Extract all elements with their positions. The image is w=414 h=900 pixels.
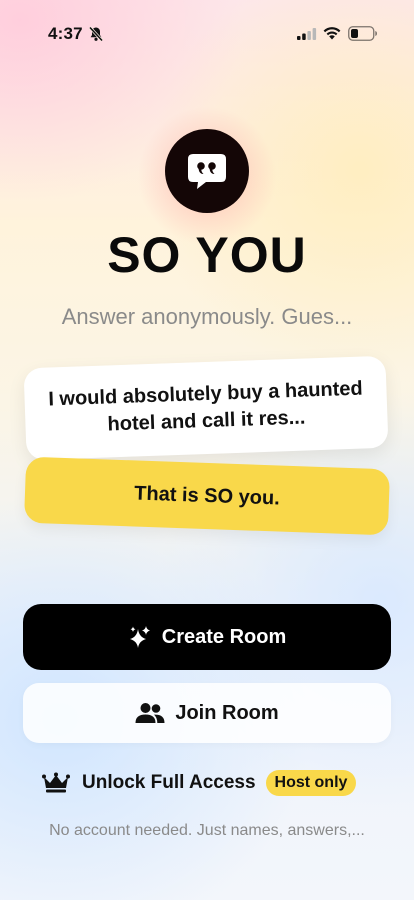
status-bar: 4:37 xyxy=(0,0,414,54)
app-subtitle: Answer anonymously. Gues... xyxy=(61,304,353,329)
answer-preview-text: I would absolutely buy a haunted hotel a… xyxy=(47,377,364,436)
reaction-preview-text: That is SO you. xyxy=(133,481,281,510)
host-only-badge: Host only xyxy=(265,770,357,796)
quote-bubble-icon xyxy=(188,154,226,189)
create-room-label: Create Room xyxy=(161,625,287,648)
app-logo xyxy=(165,129,249,213)
answer-preview-card: I would absolutely buy a haunted hotel a… xyxy=(23,355,389,461)
wifi-icon xyxy=(323,27,341,40)
sparkles-icon xyxy=(128,625,152,649)
bell-slash-icon xyxy=(88,26,104,42)
cellular-signal-icon xyxy=(297,28,317,40)
create-room-button[interactable]: Create Room xyxy=(23,604,391,670)
join-room-button[interactable]: Join Room xyxy=(23,683,391,743)
join-room-label: Join Room xyxy=(175,701,279,724)
people-icon xyxy=(135,702,165,724)
app-title: SO YOU xyxy=(107,227,307,283)
unlock-label: Unlock Full Access xyxy=(82,772,256,793)
footer-note: No account needed. Just names, answers,.… xyxy=(49,822,365,839)
status-time: 4:37 xyxy=(48,24,83,43)
unlock-full-access-link[interactable]: Unlock Full Access Host only xyxy=(42,768,357,798)
crown-icon xyxy=(42,772,70,793)
battery-icon xyxy=(348,26,377,41)
reaction-preview-card: That is SO you. xyxy=(23,456,391,536)
